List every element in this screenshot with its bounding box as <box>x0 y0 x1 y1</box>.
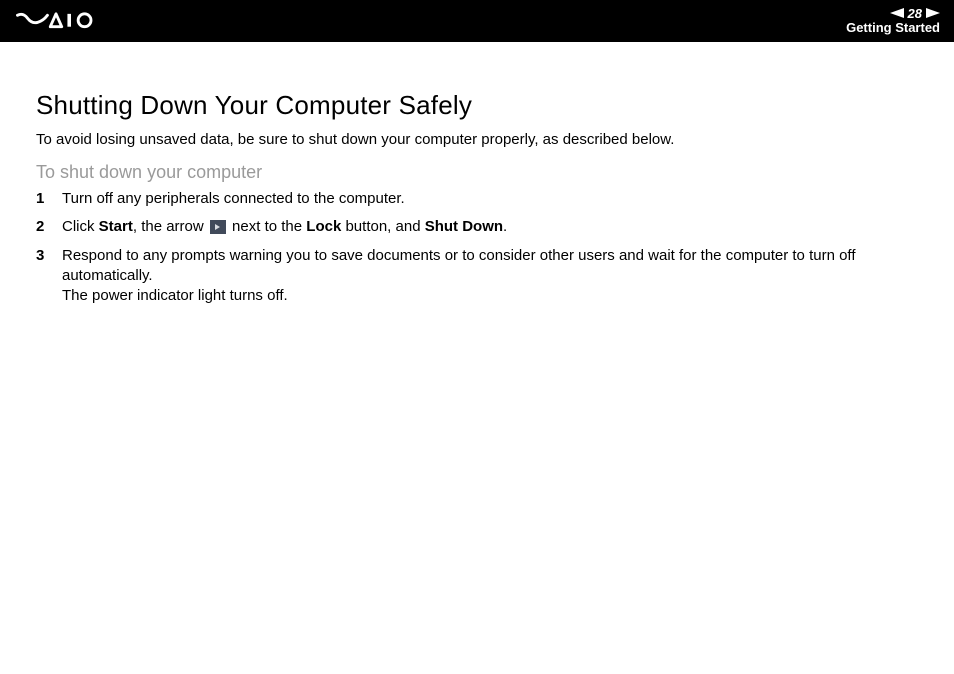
nav-next-icon[interactable] <box>926 8 940 18</box>
arrow-menu-icon <box>210 220 226 234</box>
steps-list: 1 Turn off any peripherals connected to … <box>36 189 918 306</box>
vaio-logo <box>16 10 116 32</box>
step-body: Click Start, the arrow next to the Lock … <box>62 217 918 237</box>
section-label: Getting Started <box>846 20 940 36</box>
header-right: 28 Getting Started <box>846 7 940 36</box>
text: Respond to any prompts warning you to sa… <box>62 247 855 284</box>
text: . <box>503 218 507 235</box>
step-number: 2 <box>36 217 62 237</box>
intro-text: To avoid losing unsaved data, be sure to… <box>36 131 918 148</box>
bold-text: Lock <box>306 218 341 235</box>
step-number: 1 <box>36 189 62 209</box>
text: The power indicator light turns off. <box>62 287 288 304</box>
page-title: Shutting Down Your Computer Safely <box>36 90 918 121</box>
step-item: 2 Click Start, the arrow next to the Loc… <box>36 217 918 237</box>
nav-prev-icon[interactable] <box>890 8 904 18</box>
step-item: 3 Respond to any prompts warning you to … <box>36 246 918 307</box>
text: Click <box>62 218 99 235</box>
text: button, and <box>341 218 424 235</box>
step-number: 3 <box>36 246 62 307</box>
sub-heading: To shut down your computer <box>36 162 918 183</box>
step-body: Turn off any peripherals connected to th… <box>62 189 918 209</box>
header-bar: 28 Getting Started <box>0 0 954 42</box>
step-item: 1 Turn off any peripherals connected to … <box>36 189 918 209</box>
text: , the arrow <box>133 218 208 235</box>
bold-text: Shut Down <box>425 218 503 235</box>
text: next to the <box>228 218 306 235</box>
page-number: 28 <box>908 7 922 20</box>
content: Shutting Down Your Computer Safely To av… <box>0 42 954 306</box>
step-body: Respond to any prompts warning you to sa… <box>62 246 918 307</box>
page-nav: 28 <box>846 7 940 20</box>
bold-text: Start <box>99 218 133 235</box>
